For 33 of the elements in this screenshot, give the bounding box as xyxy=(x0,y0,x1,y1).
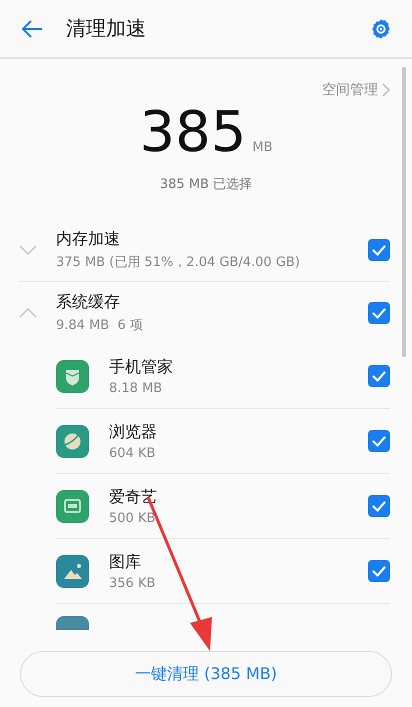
app-name: 浏览器 xyxy=(109,422,158,442)
checkbox[interactable] xyxy=(368,495,390,517)
size-unit: MB xyxy=(252,140,273,155)
space-management-link[interactable]: 空间管理 xyxy=(322,81,390,99)
checkbox[interactable] xyxy=(368,560,390,582)
selected-summary: 385 MB 已选择 xyxy=(160,176,252,193)
page-title: 清理加速 xyxy=(66,15,147,42)
settings-button[interactable] xyxy=(370,18,392,40)
app-size: 500 KB xyxy=(109,510,156,526)
app-name: 图库 xyxy=(109,552,142,572)
app-size: 356 KB xyxy=(109,576,156,590)
checkmark-icon xyxy=(372,244,386,256)
checkbox[interactable] xyxy=(368,430,390,452)
group-subtitle: 9.84 MB 6 项 xyxy=(56,317,144,334)
app-name: 手机管家 xyxy=(109,356,174,378)
back-button[interactable] xyxy=(20,18,44,38)
group-title: 内存加速 xyxy=(56,229,121,250)
checkmark-icon xyxy=(372,308,386,318)
checkbox[interactable] xyxy=(368,365,390,387)
app-size: 8.18 MB xyxy=(109,380,164,396)
checkmark-icon xyxy=(372,500,386,512)
checkbox[interactable] xyxy=(368,302,390,324)
clean-button[interactable]: 一键清理 (385 MB) xyxy=(20,651,392,697)
app-size: 604 KB xyxy=(109,446,156,460)
checkmark-icon xyxy=(372,566,386,576)
group-subtitle: 375 MB (已用 51%，2.04 GB/4.00 GB) xyxy=(56,254,301,271)
chevron-right-icon xyxy=(382,83,390,97)
group-title: 系统缓存 xyxy=(56,292,121,313)
checkbox[interactable] xyxy=(368,239,390,261)
total-size: 385 xyxy=(139,105,246,161)
checkmark-icon xyxy=(372,370,386,382)
checkmark-icon xyxy=(372,436,386,446)
app-icon xyxy=(56,616,89,630)
